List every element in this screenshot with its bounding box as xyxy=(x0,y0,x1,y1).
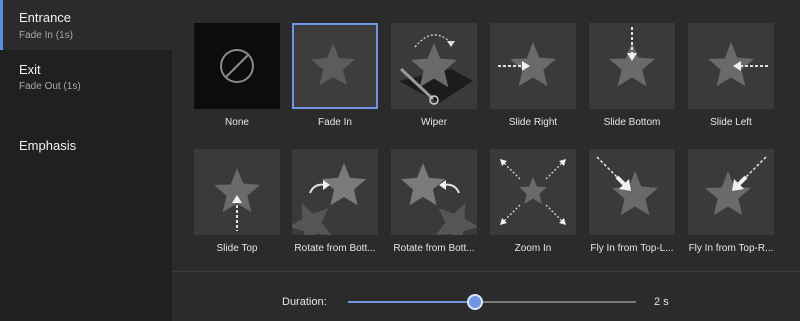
sidebar-item-exit[interactable]: Exit Fade Out (1s) xyxy=(0,50,172,100)
effect-label: Slide Bottom xyxy=(603,117,661,128)
slide-top-star-icon xyxy=(214,168,260,231)
duration-slider[interactable] xyxy=(348,294,636,310)
slider-thumb[interactable] xyxy=(466,294,483,310)
sidebar-item-title: Emphasis xyxy=(19,138,77,153)
slide-right-star-icon xyxy=(498,42,556,87)
duration-label: Duration: xyxy=(282,296,327,308)
effect-tile-slide-left[interactable] xyxy=(688,23,774,109)
star-icon xyxy=(311,43,356,86)
effect-tile-slide-bottom[interactable] xyxy=(589,23,675,109)
effect-tile-none[interactable] xyxy=(194,23,280,109)
slider-track-fill xyxy=(348,301,475,303)
slide-bottom-star-icon xyxy=(609,27,655,87)
sidebar-item-title: Exit xyxy=(19,62,41,77)
sidebar-item-title: Entrance xyxy=(19,10,72,25)
effect-tile-zoom-in[interactable] xyxy=(490,149,576,235)
effect-label: None xyxy=(225,117,249,128)
effect-label: Rotate from Bott... xyxy=(294,243,376,254)
none-icon xyxy=(220,49,254,83)
sidebar-item-emphasis[interactable]: Emphasis xyxy=(0,126,172,162)
fly-top-right-star-icon xyxy=(705,156,767,216)
effect-label: Slide Left xyxy=(710,117,752,128)
divider xyxy=(172,271,800,272)
sidebar-item-entrance[interactable]: Entrance Fade In (1s) xyxy=(0,0,172,50)
effect-label: Fly In from Top-R... xyxy=(688,243,774,254)
effect-tile-slide-top[interactable] xyxy=(194,149,280,235)
effect-tile-slide-right[interactable] xyxy=(490,23,576,109)
effect-label: Slide Right xyxy=(508,117,558,128)
effect-label: Wiper xyxy=(420,117,448,128)
rotate-bottom-right-star-icon xyxy=(401,163,477,235)
effect-label: Slide Top xyxy=(216,243,258,254)
fly-top-left-star-icon xyxy=(596,156,658,216)
effect-tile-fly-top-left[interactable] xyxy=(589,149,675,235)
effect-tile-rotate-bottom-right[interactable] xyxy=(391,149,477,235)
effect-label: Fly In from Top-L... xyxy=(590,243,674,254)
effect-tile-wiper[interactable] xyxy=(391,23,477,109)
zoom-in-star-icon xyxy=(500,159,566,225)
slide-left-star-icon xyxy=(708,42,768,87)
rotate-bottom-left-star-icon xyxy=(292,163,366,235)
wiper-star-icon xyxy=(399,34,473,105)
sidebar-item-subtitle: Fade In (1s) xyxy=(19,30,73,41)
effect-category-sidebar: Entrance Fade In (1s) Exit Fade Out (1s)… xyxy=(0,0,172,321)
effect-tile-fly-top-right[interactable] xyxy=(688,149,774,235)
duration-value: 2 s xyxy=(654,296,669,308)
effect-tile-fade-in[interactable] xyxy=(292,23,378,109)
active-indicator xyxy=(0,0,3,50)
effect-label: Fade In xyxy=(318,117,352,128)
effect-tile-rotate-bottom-left[interactable] xyxy=(292,149,378,235)
sidebar-item-subtitle: Fade Out (1s) xyxy=(19,81,81,92)
effect-label: Rotate from Bott... xyxy=(393,243,475,254)
effect-label: Zoom In xyxy=(514,243,552,254)
